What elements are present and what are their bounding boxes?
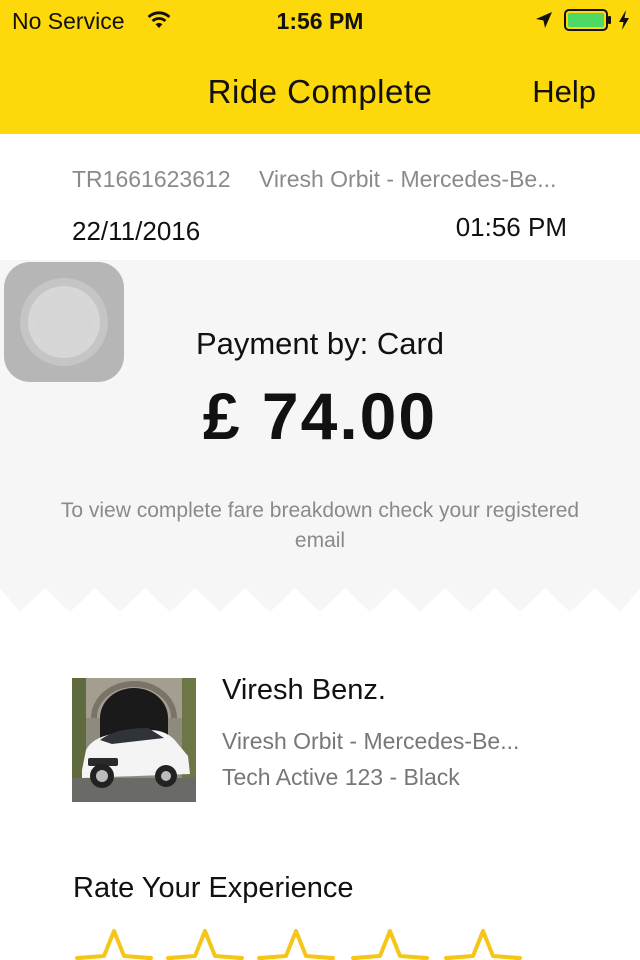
fare-breakdown-note: To view complete fare breakdown check yo…: [60, 499, 580, 552]
rating-stars: [0, 928, 640, 960]
driver-vehicle: Viresh Orbit - Mercedes-Be...: [222, 728, 520, 754]
assistive-touch-center: [36, 294, 92, 350]
star-1-icon[interactable]: [74, 928, 154, 960]
star-5-icon[interactable]: [443, 928, 523, 960]
payment-amount: £ 74.00: [202, 379, 438, 453]
car-photo: [72, 678, 196, 802]
driver-card: Viresh Benz. Viresh Orbit - Mercedes-Be.…: [0, 660, 640, 820]
star-3-icon[interactable]: [256, 928, 336, 960]
charging-bolt-icon: [619, 10, 629, 30]
driver-plate: Tech Active 123 - Black: [222, 764, 460, 790]
trip-header: TR1661623612 Viresh Orbit - Mercedes-Be.…: [0, 134, 640, 260]
trip-time: 01:56 PM: [455, 212, 567, 242]
trip-date: 22/11/2016: [72, 216, 201, 246]
trip-vehicle: Viresh Orbit - Mercedes-Be...: [259, 166, 557, 192]
receipt-zigzag-edge: [0, 588, 640, 614]
star-4-icon[interactable]: [350, 928, 430, 960]
rate-experience-title: Rate Your Experience: [73, 872, 354, 904]
location-arrow-icon: [536, 12, 552, 28]
assistive-touch-button[interactable]: [4, 262, 124, 382]
trip-id: TR1661623612: [72, 166, 231, 192]
star-2-icon[interactable]: [165, 928, 245, 960]
status-bar: No Service 1:56 PM: [0, 0, 640, 40]
driver-name: Viresh Benz.: [222, 674, 386, 706]
nav-bar: Ride Complete Help: [0, 40, 640, 134]
battery-icon: [564, 9, 611, 31]
help-button[interactable]: Help: [532, 74, 596, 110]
